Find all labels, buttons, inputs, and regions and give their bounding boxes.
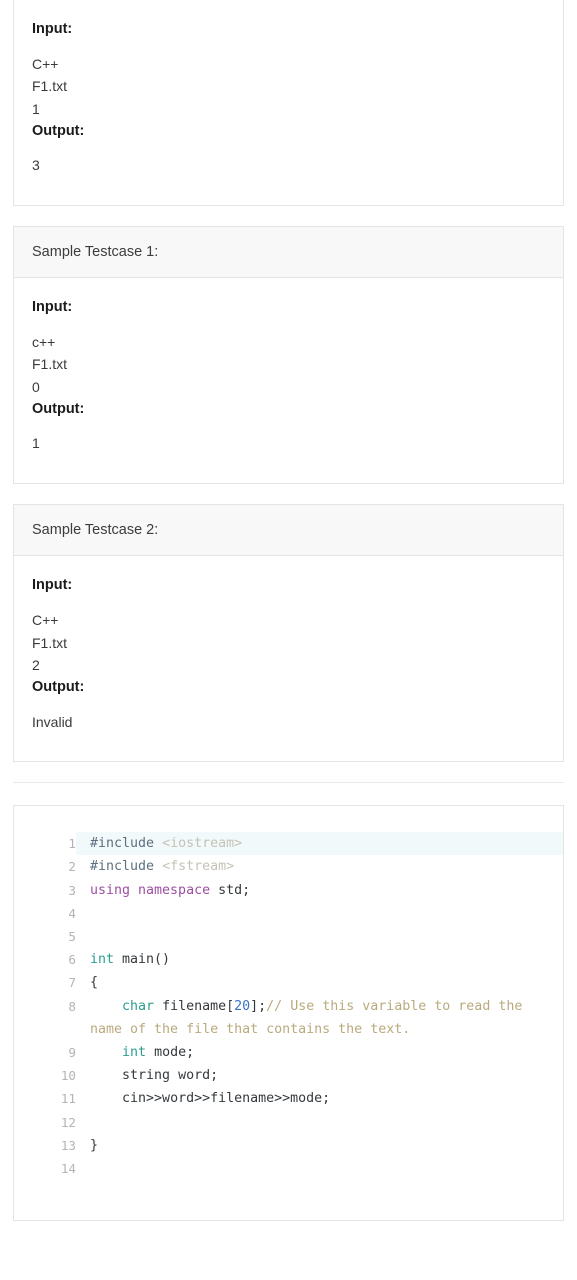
- code-editor-area[interactable]: 1 #include <iostream> 2 #include <fstream> 3…: [14, 832, 563, 1180]
- code-token: using namespace: [90, 882, 219, 898]
- code-line[interactable]: 8 char filename[20];// Use this variable…: [14, 995, 563, 1041]
- output-label: Output:: [32, 122, 85, 139]
- card-gap: [0, 206, 577, 226]
- line-number: 9: [68, 1045, 76, 1061]
- code-token: cin>>word>>filename>>mode;: [122, 1091, 331, 1107]
- output-label: Output:: [32, 400, 85, 417]
- code-line-text[interactable]: [76, 925, 563, 948]
- code-token: ;: [258, 998, 267, 1014]
- line-number: 11: [60, 1091, 76, 1107]
- output-value: 3: [32, 157, 40, 174]
- line-number: 3: [68, 882, 76, 898]
- input-label: Input:: [32, 299, 73, 316]
- code-editor-card[interactable]: 1 #include <iostream> 2 #include <fstream> 3…: [13, 805, 564, 1222]
- code-line-text[interactable]: [76, 1111, 563, 1134]
- output-value: Invalid: [32, 713, 73, 730]
- code-token: }: [90, 1137, 99, 1153]
- testcase-card: Input: C++ F1.txt 1 Output: 3: [13, 0, 564, 206]
- line-number: 6: [68, 952, 76, 968]
- testcase-card: Sample Testcase 1: Input: c++ F1.txt 0 Outp…: [13, 225, 564, 485]
- code-line-text[interactable]: int mode;: [76, 1041, 563, 1064]
- line-number: 10: [60, 1068, 76, 1084]
- code-line-text[interactable]: }: [76, 1134, 563, 1157]
- code-line[interactable]: 3 using namespace std;: [14, 879, 563, 902]
- input-label: Input:: [32, 21, 73, 37]
- input-value: C++ F1.txt 2: [32, 611, 68, 674]
- code-line-text[interactable]: cin>>word>>filename>>mode;: [76, 1087, 563, 1110]
- code-token: std;: [218, 882, 251, 898]
- code-line-text[interactable]: [76, 1157, 563, 1180]
- input-value: C++ F1.txt 1: [32, 55, 68, 117]
- problem-testcases-page: Input: C++ F1.txt 1 Output: 3 Sample Testcas…: [0, 0, 577, 1222]
- code-token: int: [90, 952, 123, 968]
- code-token: filename: [162, 998, 227, 1014]
- output-value: 1: [32, 435, 40, 452]
- code-token: string word;: [122, 1068, 219, 1084]
- code-line-text[interactable]: using namespace std;: [76, 879, 563, 902]
- output-label: Output:: [32, 678, 85, 695]
- testcase-body: Input: C++ F1.txt 2 Output: Invalid: [14, 556, 563, 761]
- code-token: main(): [122, 952, 171, 968]
- line-number: 2: [68, 859, 76, 875]
- line-number: 4: [68, 905, 76, 921]
- line-number: 13: [60, 1137, 76, 1153]
- code-token: #include: [90, 836, 163, 852]
- line-number: 7: [68, 975, 76, 991]
- code-line[interactable]: 14: [14, 1157, 563, 1180]
- line-number: 5: [68, 929, 76, 945]
- code-line-text[interactable]: #include <fstream>: [76, 855, 563, 878]
- code-line-text[interactable]: char filename[20];// Use this variable t…: [76, 995, 563, 1041]
- code-line[interactable]: 9 int mode;: [14, 1041, 563, 1064]
- code-line[interactable]: 10 string word;: [14, 1064, 563, 1087]
- line-number: 14: [60, 1161, 76, 1177]
- code-line-text[interactable]: #include <iostream>: [76, 832, 563, 856]
- input-value: c++ F1.txt 0: [32, 333, 68, 396]
- code-line[interactable]: 11 cin>>word>>filename>>mode;: [14, 1087, 563, 1110]
- code-line[interactable]: 12: [14, 1111, 563, 1134]
- testcase-list: Input: C++ F1.txt 1 Output: 3 Sample Testcas…: [0, 0, 577, 763]
- code-line-text[interactable]: int main(): [76, 948, 563, 971]
- code-line-text[interactable]: [76, 902, 563, 925]
- testcase-header: Sample Testcase 2:: [14, 505, 563, 557]
- code-token: ]: [250, 998, 259, 1014]
- section-divider: [13, 782, 564, 784]
- code-line[interactable]: 2 #include <fstream>: [14, 855, 563, 878]
- input-label: Input:: [32, 577, 73, 594]
- code-token: char: [122, 998, 163, 1014]
- code-token: mode;: [154, 1045, 195, 1061]
- code-token: 20: [234, 998, 251, 1014]
- code-token: {: [90, 975, 99, 991]
- testcase-body: Input: c++ F1.txt 0 Output: 1: [14, 278, 563, 483]
- code-token: #include: [90, 859, 163, 875]
- code-line[interactable]: 6 int main(): [14, 948, 563, 971]
- code-token: <fstream>: [162, 859, 235, 875]
- code-line[interactable]: 13}: [14, 1134, 563, 1157]
- code-line[interactable]: 1 #include <iostream>: [14, 832, 563, 856]
- testcase-header: Sample Testcase 1:: [14, 226, 563, 279]
- code-token: int: [122, 1045, 155, 1061]
- code-line-text[interactable]: {: [76, 971, 563, 994]
- testcase-card: Sample Testcase 2: Input: C++ F1.txt 2 Outp…: [13, 504, 564, 763]
- line-number: 8: [68, 998, 76, 1014]
- card-gap: [0, 484, 577, 504]
- line-number: 1: [68, 836, 76, 852]
- line-number: 12: [60, 1114, 76, 1130]
- code-line-text[interactable]: string word;: [76, 1064, 563, 1087]
- code-line[interactable]: 7{: [14, 971, 563, 994]
- testcase-body: Input: C++ F1.txt 1 Output: 3: [14, 0, 563, 205]
- code-line[interactable]: 5: [14, 925, 563, 948]
- code-token: <iostream>: [162, 836, 243, 852]
- code-line[interactable]: 4: [14, 902, 563, 925]
- code-token: [: [226, 998, 235, 1014]
